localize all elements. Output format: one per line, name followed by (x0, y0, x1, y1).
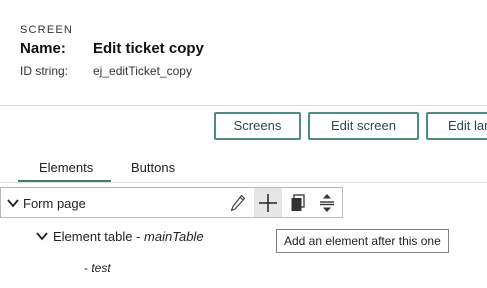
screen-name: Edit ticket copy (93, 40, 204, 57)
element-table-row[interactable]: Element table - mainTable (53, 229, 204, 244)
header-divider (0, 105, 487, 106)
chevron-down-icon[interactable] (35, 229, 49, 243)
pencil-icon (230, 194, 246, 211)
move-icon (320, 193, 334, 212)
test-element-row[interactable]: - test (84, 261, 111, 275)
tab-elements[interactable]: Elements (39, 160, 93, 175)
screen-id: ej_editTicket_copy (93, 64, 192, 78)
edit-language-button[interactable]: Edit lan (426, 112, 487, 140)
move-element-button[interactable] (313, 188, 341, 217)
copy-icon (291, 193, 305, 211)
tab-buttons[interactable]: Buttons (131, 160, 175, 175)
chevron-down-icon[interactable] (6, 196, 20, 210)
element-id: mainTable (144, 229, 204, 244)
add-element-button[interactable] (254, 188, 282, 217)
tabs-divider (0, 182, 487, 183)
plus-icon (259, 193, 277, 212)
name-label: Name: (20, 40, 66, 57)
form-page-label: Form page (23, 196, 86, 211)
id-label: ID string: (20, 64, 69, 78)
edit-screen-button[interactable]: Edit screen (308, 112, 419, 140)
element-type: Element table - (53, 229, 145, 244)
tooltip: Add an element after this one (276, 229, 449, 253)
leaf-id: test (91, 261, 111, 275)
copy-element-button[interactable] (284, 188, 312, 217)
edit-element-button[interactable] (224, 188, 252, 217)
screen-kicker: SCREEN (20, 24, 74, 36)
screens-button[interactable]: Screens (214, 112, 301, 140)
